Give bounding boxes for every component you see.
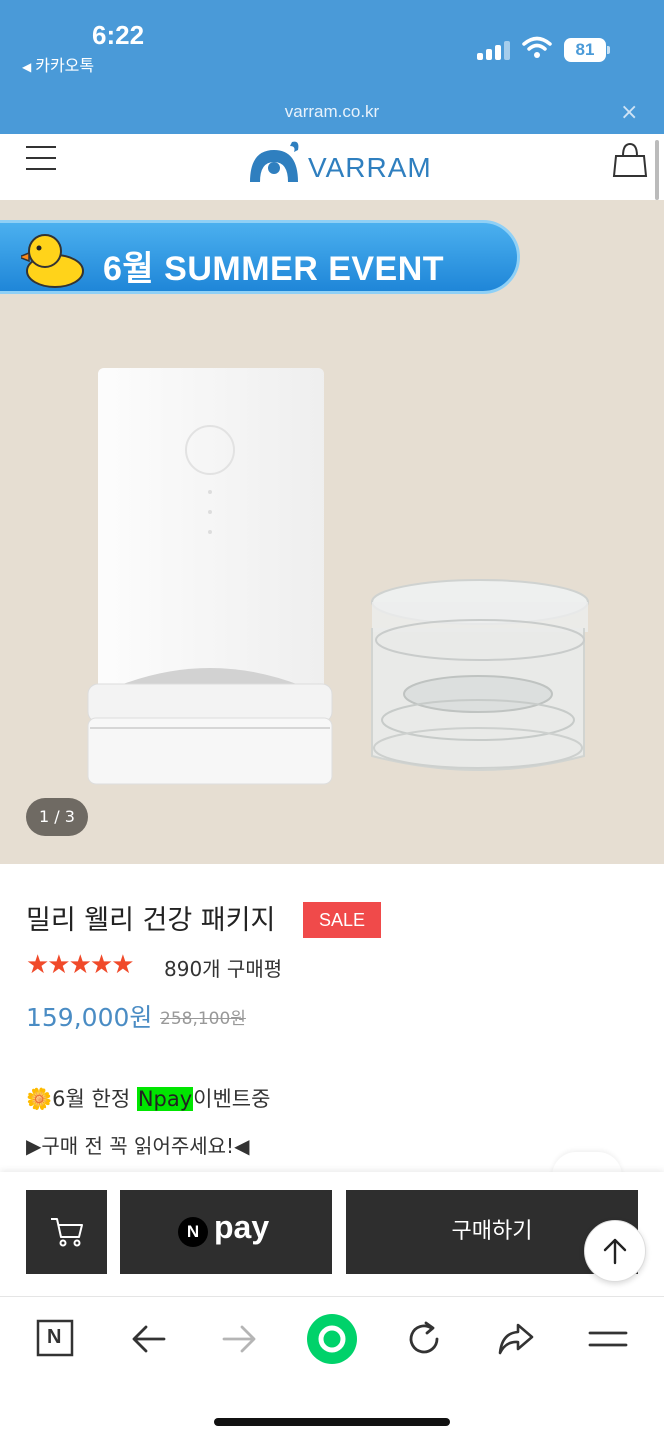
original-price: 258,100원 (160, 1009, 246, 1029)
flower-icon: 🌼 (26, 1087, 53, 1111)
back-to-app-link[interactable]: ◀ 카카오톡 (22, 52, 94, 76)
url-text[interactable]: varram.co.kr (0, 102, 664, 122)
green-dot-icon[interactable] (306, 1313, 358, 1365)
status-time: 6:22 (92, 20, 145, 50)
reload-icon[interactable] (404, 1319, 444, 1359)
npay-n-icon: N (178, 1217, 208, 1247)
purchase-action-bar: N pay 구매하기 (0, 1172, 664, 1296)
carousel-pager: 1 / 3 (26, 798, 88, 836)
battery-icon: 81 (564, 38, 606, 62)
varram-logo[interactable]: VARRAM (248, 138, 431, 188)
npay-event-notice: 🌼6월 한정 Npay이벤트중 (26, 1083, 270, 1113)
sale-badge: SALE (303, 902, 381, 938)
wifi-icon (522, 36, 552, 58)
product-image-carousel[interactable]: 6월 SUMMER EVENT 1 / 3 (0, 200, 664, 864)
rating-stars: ★★★★★ (26, 950, 135, 980)
cellular-signal-icon (477, 40, 511, 60)
logo-text: VARRAM (308, 152, 432, 183)
back-triangle-icon: ◀ (22, 60, 32, 74)
menu-icon[interactable] (588, 1319, 628, 1359)
promo-prefix: 6월 한정 (52, 1087, 137, 1111)
back-arrow-icon[interactable] (128, 1319, 168, 1359)
arrow-up-icon (603, 1238, 627, 1265)
logo-mark-icon (250, 141, 299, 182)
scroll-to-top-button[interactable] (584, 1220, 646, 1282)
status-bar: 6:22 ◀ 카카오톡 81 varram.co.kr × (0, 0, 664, 134)
battery-cap (607, 46, 610, 54)
naver-n-icon[interactable]: N (36, 1319, 76, 1359)
npay-logo-text: pay (214, 1209, 270, 1245)
hamburger-icon[interactable] (26, 146, 56, 170)
page-scrollbar[interactable] (655, 140, 659, 200)
npay-button[interactable]: N pay (120, 1190, 332, 1274)
share-icon[interactable] (496, 1319, 536, 1359)
product-title: 밀리 웰리 건강 패키지 (26, 905, 276, 936)
cart-button[interactable] (26, 1190, 107, 1274)
cart-icon (51, 1218, 83, 1247)
close-icon[interactable]: × (620, 100, 638, 125)
promo-suffix: 이벤트중 (193, 1087, 271, 1111)
shopping-bag-icon[interactable] (612, 142, 648, 178)
review-count-link[interactable]: 890개 구매평 (164, 953, 282, 982)
read-before-purchase-notice: ▶구매 전 꼭 읽어주세요!◀ (26, 1134, 250, 1158)
back-app-label: 카카오톡 (35, 56, 95, 75)
naver-n-letter: N (47, 1326, 62, 1348)
site-header: VARRAM (0, 134, 664, 200)
product-photo (87, 368, 589, 785)
forward-arrow-icon[interactable] (220, 1319, 260, 1359)
sale-price: 159,000원 (26, 1003, 153, 1032)
home-indicator (214, 1418, 450, 1426)
npay-highlight: Npay (136, 1087, 194, 1111)
